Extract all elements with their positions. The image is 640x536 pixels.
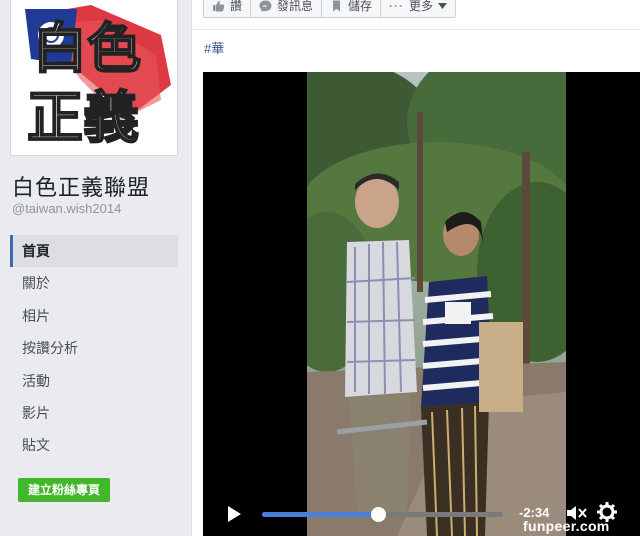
like-button[interactable]: 讚 <box>204 0 252 17</box>
video-progress-bar[interactable] <box>262 507 503 522</box>
save-label: 儲存 <box>348 0 373 13</box>
sidebar-item-events[interactable]: 活動 <box>10 365 178 397</box>
page-handle[interactable]: @taiwan.wish2014 <box>12 201 121 216</box>
video-controls: -2:34 funpeer.com <box>203 492 640 536</box>
page-action-toolbar: 讚 發訊息 儲存 ··· 更多 <box>203 0 457 18</box>
profile-picture-image: 白色 正義 <box>11 0 177 155</box>
video-frame[interactable] <box>307 72 566 536</box>
bookmark-icon <box>333 0 341 12</box>
video-still-image <box>307 72 566 536</box>
thumbs-up-icon <box>213 1 225 12</box>
more-label: 更多 <box>409 0 434 13</box>
play-icon[interactable] <box>225 505 243 523</box>
page-title[interactable]: 白色正義聯盟 <box>12 170 150 202</box>
save-button[interactable]: 儲存 <box>322 0 382 17</box>
create-page-button[interactable]: 建立粉絲專頁 <box>18 478 110 502</box>
left-sidebar: 白色 正義 白色正義聯盟 @taiwan.wish2014 首頁 關於 相片 按… <box>0 0 192 536</box>
post-hashtag-link[interactable]: #華 <box>204 38 224 57</box>
video-player[interactable]: -2:34 funpeer.com <box>203 72 640 536</box>
chevron-down-icon <box>438 3 448 9</box>
sidebar-item-photos[interactable]: 相片 <box>10 300 178 332</box>
logo-text-top: 白色 <box>33 16 141 80</box>
sidebar-nav: 首頁 關於 相片 按讚分析 活動 影片 貼文 <box>10 235 178 462</box>
sidebar-item-about[interactable]: 關於 <box>10 267 178 299</box>
like-label: 讚 <box>230 0 243 13</box>
messenger-icon <box>259 0 272 12</box>
ellipsis-icon: ··· <box>389 0 405 13</box>
message-button[interactable]: 發訊息 <box>251 0 323 17</box>
sidebar-item-posts[interactable]: 貼文 <box>10 429 178 461</box>
more-button[interactable]: ··· 更多 <box>381 0 455 17</box>
main-content: 讚 發訊息 儲存 ··· 更多 #華 -2:34 funpeer.com <box>192 0 640 536</box>
video-scrub-handle[interactable] <box>370 507 386 522</box>
video-progress-fill <box>262 512 378 517</box>
watermark-text: funpeer.com <box>523 518 610 534</box>
sidebar-item-home[interactable]: 首頁 <box>10 235 178 268</box>
sidebar-item-likes[interactable]: 按讚分析 <box>10 332 178 364</box>
page-profile-picture[interactable]: 白色 正義 <box>10 0 178 156</box>
message-label: 發訊息 <box>277 0 314 13</box>
sidebar-item-videos[interactable]: 影片 <box>10 397 178 429</box>
header-divider <box>192 29 640 30</box>
logo-text-bottom: 正義 <box>27 85 139 151</box>
